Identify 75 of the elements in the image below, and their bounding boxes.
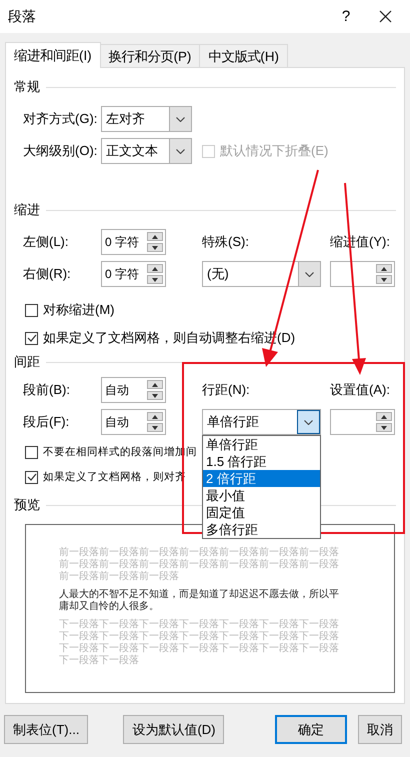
triangle-down-icon <box>152 426 158 430</box>
spin-down-button[interactable] <box>147 423 163 432</box>
spin-down-button[interactable] <box>147 243 163 252</box>
preview-previous-text: 前一段落前一段落前一段落前一段落前一段落前一段落前一段落前一段落前一段落前一段落前一段落前一段落前一段落前一段落前一段落前一段落前一段落 <box>59 547 340 583</box>
field-label: 右侧(R): <box>23 265 72 283</box>
triangle-down-icon <box>152 278 158 282</box>
window-title: 段落 <box>8 8 37 26</box>
checkbox[interactable] <box>25 470 38 484</box>
chevron-icon <box>176 116 185 122</box>
section-heading: 缩进 <box>14 201 40 219</box>
spin-up-button[interactable] <box>147 264 163 273</box>
checkbox[interactable] <box>25 446 38 458</box>
dialog-button[interactable]: 确定 <box>275 715 347 744</box>
spin-down-button[interactable] <box>147 275 163 284</box>
spin-field[interactable] <box>330 409 395 435</box>
checkbox[interactable] <box>25 304 38 316</box>
checkbox[interactable] <box>25 332 38 344</box>
spin-down-button[interactable] <box>147 391 163 400</box>
triangle-down-icon <box>152 246 158 250</box>
triangle-up-icon <box>381 414 387 418</box>
dropdown-option[interactable]: 2 倍行距 <box>203 470 320 487</box>
triangle-up-icon <box>152 266 158 270</box>
field-label: 设置值(A): <box>330 381 391 399</box>
spin-down-button[interactable] <box>376 423 392 432</box>
field-label: 行距(N): <box>202 381 251 399</box>
close-icon[interactable] <box>379 10 392 23</box>
chevron-icon <box>304 420 313 424</box>
dropdown[interactable]: (无) <box>202 261 321 287</box>
dropdown[interactable]: 左对齐 <box>101 106 192 132</box>
preview-next-text: 下一段落下一段落下一段落下一段落下一段落下一段落下一段落下一段落下一段落下一段落下一段落下一段落下一段落下一段落下一段落下一段落下一段落下一段落下一段落下一段落下一段落下一段落下一段落 <box>59 619 340 667</box>
dropdown-option[interactable]: 多倍行距 <box>203 521 320 538</box>
dialog-button[interactable]: 取消 <box>358 715 402 744</box>
tab[interactable]: 缩进和间距(I) <box>5 42 101 68</box>
dialog-button[interactable]: 设为默认值(D) <box>123 715 224 744</box>
section-heading: 间距 <box>14 353 40 371</box>
dropdown-option[interactable]: 固定值 <box>203 504 320 521</box>
spin-up-button[interactable] <box>376 412 392 421</box>
checkbox-label: 对称缩进(M) <box>43 301 114 319</box>
dropdown-option[interactable]: 1.5 倍行距 <box>203 453 320 470</box>
triangle-up-icon <box>152 382 158 386</box>
spin-down-button[interactable] <box>376 275 392 284</box>
triangle-up-icon <box>381 266 387 270</box>
field-label: 对齐方式(G): <box>23 110 98 128</box>
field-label: 左侧(L): <box>23 233 70 251</box>
field-label: 段后(F): <box>23 413 70 431</box>
spin-up-button[interactable] <box>376 264 392 273</box>
spin-field[interactable] <box>330 261 395 287</box>
tab[interactable]: 中文版式(H) <box>199 44 288 68</box>
triangle-up-icon <box>152 234 158 238</box>
spin-up-button[interactable] <box>147 232 163 241</box>
preview-sample-text: 人最大的不智不足不知道，而是知道了却迟迟不愿去做，所以平庸却又自怜的人很多。 <box>59 589 340 613</box>
triangle-down-icon <box>152 394 158 398</box>
section-heading: 常规 <box>14 78 40 96</box>
chevron-icon <box>176 148 185 154</box>
field-label: 段前(B): <box>23 381 71 399</box>
dropdown-option[interactable]: 单倍行距 <box>203 436 320 453</box>
section-heading: 预览 <box>14 496 40 514</box>
triangle-down-icon <box>381 426 387 430</box>
checkbox-label: 默认情况下折叠(E) <box>220 142 328 160</box>
field-label: 大纲级别(O): <box>23 142 98 160</box>
spin-field[interactable]: 自动 <box>101 377 166 403</box>
triangle-up-icon <box>152 414 158 418</box>
dropdown[interactable]: 正文文本 <box>101 138 192 164</box>
spin-field[interactable]: 0 字符 <box>101 261 166 287</box>
dropdown-option[interactable]: 最小值 <box>203 487 320 504</box>
spin-field[interactable]: 自动 <box>101 409 166 435</box>
triangle-down-icon <box>381 278 387 282</box>
spin-up-button[interactable] <box>147 412 163 421</box>
dropdown[interactable]: 单倍行距 <box>202 409 321 435</box>
chevron-icon <box>305 272 314 276</box>
dialog-button[interactable]: 制表位(T)... <box>4 715 88 744</box>
spin-field[interactable]: 0 字符 <box>101 229 166 255</box>
spin-up-button[interactable] <box>147 380 163 389</box>
help-button[interactable]: ? <box>336 8 356 25</box>
field-label: 特殊(S): <box>202 233 250 251</box>
